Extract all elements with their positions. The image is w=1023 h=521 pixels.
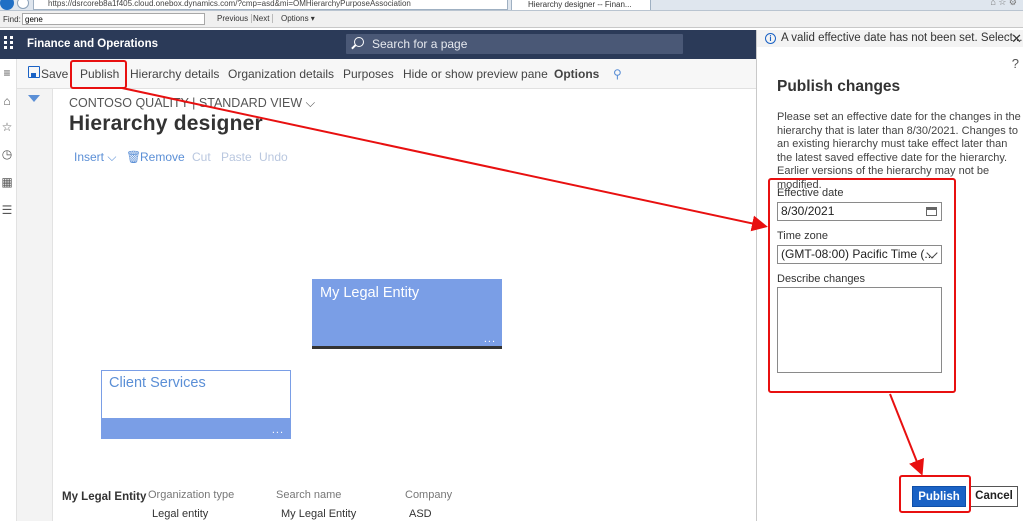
purposes-button[interactable]: Purposes <box>343 67 394 81</box>
app-header: Finance and Operations Search for a page <box>0 30 756 59</box>
save-icon <box>28 66 40 78</box>
left-navigation: ≡ ⌂ ☆ ◷ ▦ ☰ <box>0 59 17 521</box>
browser-logo-icon <box>0 0 14 10</box>
find-previous-button[interactable]: Previous <box>214 14 253 23</box>
app-title[interactable]: Finance and Operations <box>27 38 158 50</box>
message-text[interactable]: A valid effective date has not been set.… <box>781 32 1022 44</box>
organization-details-button[interactable]: Organization details <box>228 67 334 81</box>
find-next-button[interactable]: Next <box>250 14 274 23</box>
preview-company-value: ASD <box>409 508 432 520</box>
info-icon: i <box>765 33 776 44</box>
annotation-box-form <box>768 178 956 393</box>
browser-tab[interactable]: Hierarchy designer -- Finan... <box>511 0 651 10</box>
action-search-icon[interactable]: ⚲ <box>613 67 622 81</box>
find-options-button[interactable]: Options ▾ <box>278 14 318 23</box>
pane-title: Publish changes <box>777 78 901 95</box>
back-button[interactable] <box>17 0 29 9</box>
page-search[interactable]: Search for a page <box>346 34 683 54</box>
search-icon <box>354 37 364 47</box>
page-title: Hierarchy designer <box>69 112 263 135</box>
remove-button[interactable]: Remove <box>140 150 185 164</box>
insert-button[interactable]: Insert ⌵ <box>74 150 116 165</box>
annotation-box-publish-confirm <box>899 475 971 513</box>
help-icon[interactable]: ? <box>1012 56 1019 71</box>
node-band <box>101 418 291 439</box>
close-message-icon[interactable]: ✕ <box>1011 30 1022 47</box>
preview-entity-name: My Legal Entity <box>62 491 147 503</box>
browser-bar: https://dsrcoreb8a1f405.cloud.onebox.dyn… <box>0 0 1023 11</box>
breadcrumb[interactable]: CONTOSO QUALITY | STANDARD VIEW ⌵ <box>69 96 315 111</box>
find-label: Find: <box>3 15 21 24</box>
recent-icon[interactable]: ◷ <box>0 147 14 161</box>
preview-search-name-value: My Legal Entity <box>281 508 357 520</box>
find-bar: Find: Previous Next Options ▾ <box>0 11 1023 28</box>
address-bar[interactable]: https://dsrcoreb8a1f405.cloud.onebox.dyn… <box>33 0 508 10</box>
annotation-box-publish <box>70 60 127 89</box>
workspaces-icon[interactable]: ▦ <box>0 175 14 189</box>
search-placeholder: Search for a page <box>372 37 468 51</box>
cancel-button[interactable]: Cancel <box>970 486 1018 507</box>
filter-pane <box>17 89 53 521</box>
node-label: My Legal Entity <box>320 285 420 301</box>
app-launcher-icon[interactable] <box>4 36 16 50</box>
preview-company-header: Company <box>405 489 453 501</box>
trash-icon[interactable]: 🗑 <box>126 150 141 164</box>
node-my-legal-entity[interactable]: My Legal Entity ... <box>312 279 502 349</box>
node-client-services[interactable]: Client Services ... <box>101 370 291 439</box>
node-label: Client Services <box>109 375 206 391</box>
node-more-button[interactable]: ... <box>272 424 284 436</box>
hide-show-preview-button[interactable]: Hide or show preview pane <box>403 67 548 81</box>
favorites-icon[interactable]: ☆ <box>0 120 14 134</box>
save-button[interactable]: Save <box>41 67 68 81</box>
cut-button[interactable]: Cut <box>192 150 211 164</box>
hierarchy-details-button[interactable]: Hierarchy details <box>130 67 219 81</box>
message-bar: i A valid effective date has not been se… <box>757 30 1023 47</box>
undo-button[interactable]: Undo <box>259 150 288 164</box>
hamburger-menu-icon[interactable]: ≡ <box>0 66 14 80</box>
preview-org-type-value: Legal entity <box>152 508 209 520</box>
paste-button[interactable]: Paste <box>221 150 252 164</box>
home-icon[interactable]: ⌂ <box>0 94 14 108</box>
preview-search-name-header: Search name <box>276 489 342 501</box>
browser-controls-icon[interactable]: ⌂ ☆ ⚙ <box>990 0 1017 8</box>
modules-icon[interactable]: ☰ <box>0 203 14 217</box>
action-pane: Save Publish Hierarchy details Organizat… <box>17 59 756 89</box>
node-more-button[interactable]: ... <box>484 333 496 345</box>
preview-org-type-header: Organization type <box>148 489 235 501</box>
options-tab[interactable]: Options <box>554 67 599 81</box>
find-input[interactable] <box>22 13 205 25</box>
filter-icon[interactable] <box>28 95 40 102</box>
